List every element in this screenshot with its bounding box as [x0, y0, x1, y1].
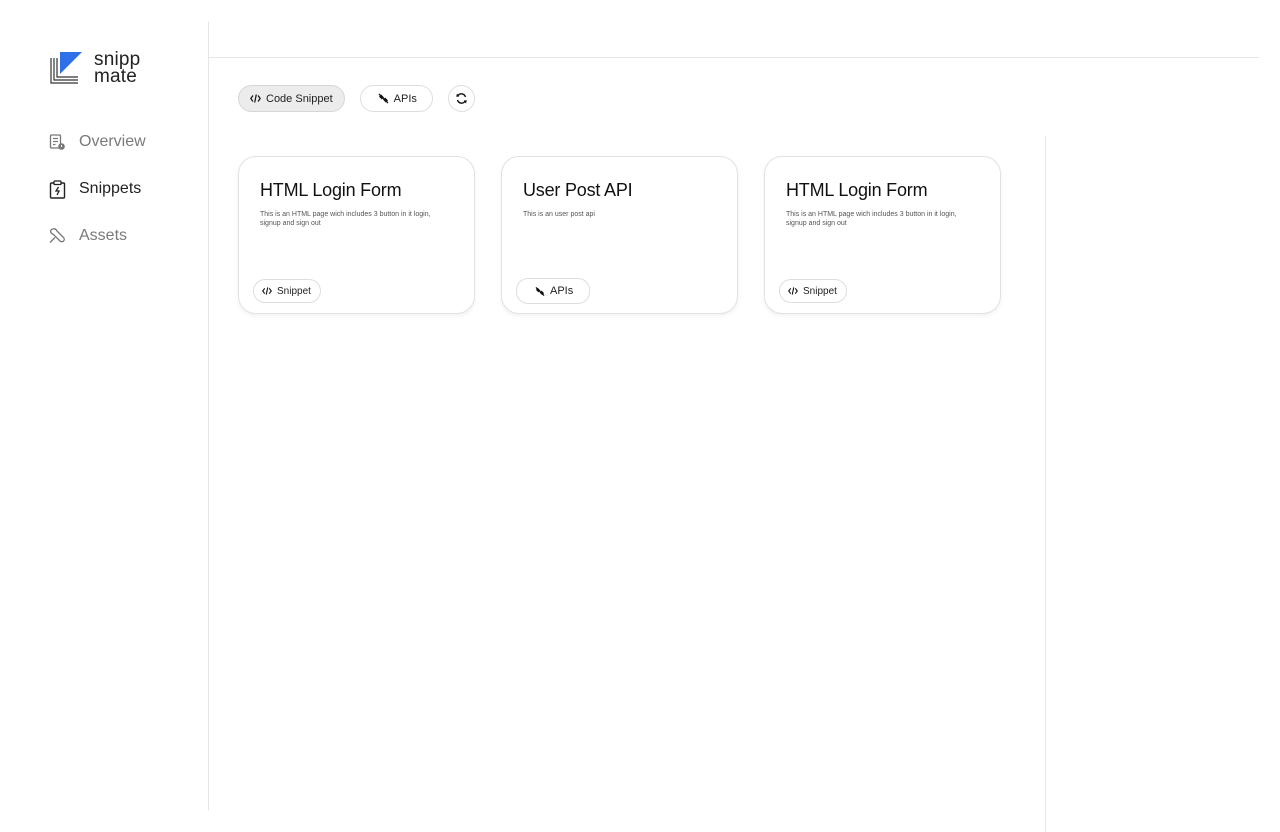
assets-wrench-icon — [48, 227, 66, 245]
snippet-card[interactable]: HTML Login Form This is an HTML page wic… — [238, 156, 475, 314]
sidebar-item-assets[interactable]: Assets — [48, 224, 146, 248]
topbar-divider — [209, 57, 1259, 58]
card-tag-snippet: Snippet — [253, 279, 321, 303]
filter-apis-label: APIs — [393, 92, 417, 105]
plug-icon — [535, 286, 545, 296]
sidebar-item-label: Snippets — [79, 180, 142, 197]
card-description: This is an HTML page wich includes 3 but… — [260, 211, 431, 227]
plug-icon — [378, 93, 389, 104]
brand-name: snipp mate — [94, 50, 140, 87]
snippet-card-list: HTML Login Form This is an HTML page wic… — [238, 156, 1001, 314]
card-title: HTML Login Form — [260, 180, 402, 200]
detail-panel-divider — [1045, 136, 1046, 832]
filter-apis-button[interactable]: APIs — [359, 85, 433, 112]
sidebar-divider — [208, 22, 209, 810]
sidebar: snipp mate Overview Snippets Assets — [0, 0, 210, 832]
refresh-icon — [455, 92, 468, 105]
snippets-clipboard-icon — [48, 179, 66, 199]
card-tag-label: Snippet — [803, 285, 837, 297]
card-tag-label: APIs — [550, 285, 574, 297]
brand-name-line2: mate — [94, 66, 138, 87]
filter-code-snippet-button[interactable]: Code Snippet — [238, 85, 345, 112]
card-title: User Post API — [523, 180, 633, 200]
snippet-card[interactable]: User Post API This is an user post api A… — [501, 156, 738, 314]
card-tag-snippet: Snippet — [779, 279, 847, 303]
logo-icon — [50, 52, 82, 84]
app-root: snipp mate Overview Snippets Assets Code… — [0, 0, 1280, 832]
code-icon — [262, 286, 272, 296]
card-description: This is an HTML page wich includes 3 but… — [786, 211, 957, 227]
card-tag-apis: APIs — [516, 278, 591, 304]
brand-logo[interactable]: snipp mate — [50, 50, 140, 87]
filter-bar: Code Snippet APIs — [238, 85, 475, 112]
sidebar-nav: Overview Snippets Assets — [48, 130, 146, 271]
code-icon — [250, 93, 261, 104]
card-description: This is an user post api — [523, 211, 595, 218]
sidebar-item-overview[interactable]: Overview — [48, 130, 146, 154]
sidebar-item-label: Overview — [79, 133, 146, 150]
snippet-card[interactable]: HTML Login Form This is an HTML page wic… — [764, 156, 1001, 314]
overview-doc-icon — [48, 133, 66, 151]
sidebar-item-label: Assets — [79, 227, 128, 244]
code-icon — [788, 286, 798, 296]
card-title: HTML Login Form — [786, 180, 928, 200]
refresh-button[interactable] — [447, 85, 475, 112]
filter-code-snippet-label: Code Snippet — [266, 92, 333, 105]
sidebar-item-snippets[interactable]: Snippets — [48, 177, 146, 201]
card-tag-label: Snippet — [277, 285, 311, 297]
